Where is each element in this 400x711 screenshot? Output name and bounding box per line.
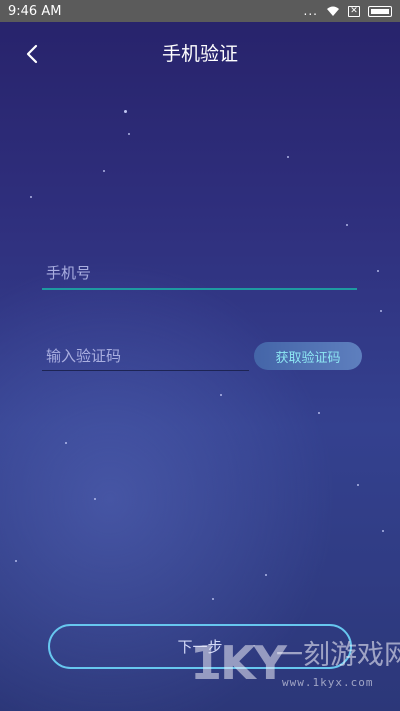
star <box>212 598 214 600</box>
star <box>103 170 105 172</box>
star <box>128 133 130 135</box>
code-input[interactable] <box>42 341 249 370</box>
star <box>30 196 32 198</box>
star <box>318 412 320 414</box>
star <box>265 574 267 576</box>
status-icons: ... ✕ <box>304 4 392 18</box>
star <box>382 530 384 532</box>
star <box>380 310 382 312</box>
status-bar: 9:46 AM ... ✕ <box>0 0 400 22</box>
star <box>65 442 67 444</box>
star <box>377 270 379 272</box>
star <box>220 394 222 396</box>
star <box>287 156 289 158</box>
star <box>346 224 348 226</box>
notification-x-icon: ✕ <box>348 5 360 17</box>
back-button[interactable] <box>18 40 46 68</box>
chevron-left-icon <box>26 44 38 64</box>
battery-icon <box>368 5 392 17</box>
status-dots: ... <box>303 4 318 18</box>
star <box>94 498 96 500</box>
star <box>15 560 17 562</box>
star <box>124 110 127 113</box>
wifi-icon <box>327 6 339 16</box>
star <box>357 484 359 486</box>
watermark-url: www.1kyx.com <box>282 676 374 689</box>
next-button[interactable]: 下一步 <box>48 624 352 669</box>
phone-field <box>42 258 357 290</box>
phone-input[interactable] <box>42 258 357 288</box>
code-field <box>42 341 249 371</box>
status-time: 9:46 AM <box>8 3 62 19</box>
get-code-button[interactable]: 获取验证码 <box>254 342 362 370</box>
page-title: 手机验证 <box>161 43 238 65</box>
